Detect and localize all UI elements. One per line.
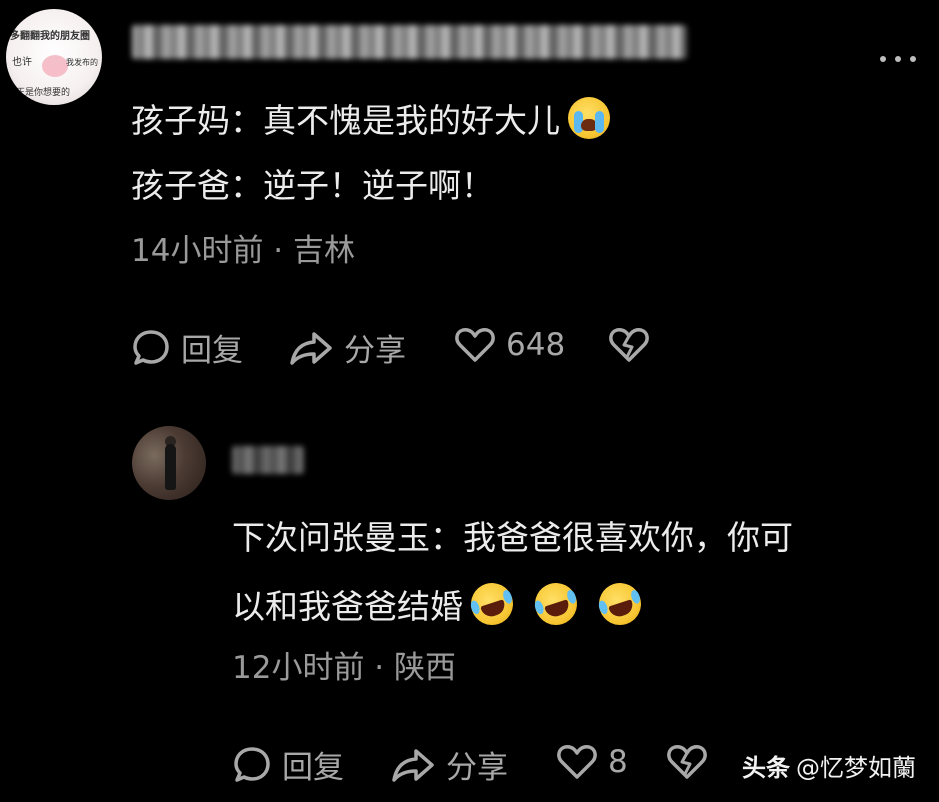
heart-icon <box>455 328 495 362</box>
laughing-face-icon <box>593 577 647 631</box>
loudly-crying-face-icon <box>568 97 610 139</box>
watermark-brand: 头条 <box>742 754 790 782</box>
commenter-avatar[interactable] <box>132 426 206 500</box>
like-count: 8 <box>608 744 628 780</box>
avatar-caption: 也许 <box>12 57 32 68</box>
watermark-handle: @忆梦如蘭 <box>796 754 916 782</box>
dislike-button[interactable] <box>666 742 718 782</box>
avatar-caption: 正是你想要的 <box>16 88 71 98</box>
comment-text-line: 下次问张曼玉：我爸爸很喜欢你，你可 <box>232 518 793 557</box>
dislike-button[interactable] <box>608 325 660 365</box>
share-label: 分享 <box>446 750 508 786</box>
share-arrow-icon <box>392 748 434 782</box>
commenter-avatar[interactable]: 多翻翻我的朋友圈 也许 我发布的 正是你想要的 <box>6 9 102 105</box>
avatar-caption: 我发布的 <box>66 58 98 67</box>
comment-bubble-icon <box>133 329 169 365</box>
blurred-username[interactable] <box>232 446 304 474</box>
comment-meta: 14小时前 · 吉林 <box>131 233 356 269</box>
avatar-caption: 多翻翻我的朋友圈 <box>10 31 90 42</box>
heart-icon <box>557 745 597 779</box>
laughing-face-icon <box>465 577 519 631</box>
reply-button[interactable]: 回复 <box>232 742 344 787</box>
comment-text-line: 孩子爸：逆子！逆子啊！ <box>131 166 494 205</box>
share-button[interactable]: 分享 <box>288 325 406 370</box>
reply-label: 回复 <box>181 333 243 369</box>
comment-meta: 12小时前 · 陕西 <box>232 650 457 686</box>
like-button[interactable]: 648 <box>454 325 565 365</box>
comment-bubble-icon <box>234 746 270 782</box>
avatar-heart-graphic <box>42 55 68 77</box>
toutiao-watermark: 头条 @忆梦如蘭 <box>742 748 916 783</box>
share-label: 分享 <box>344 333 406 369</box>
reply-button[interactable]: 回复 <box>131 325 243 370</box>
share-button[interactable]: 分享 <box>390 742 508 787</box>
comment-text-line: 以和我爸爸结婚 <box>232 577 647 631</box>
like-button[interactable]: 8 <box>556 742 628 782</box>
broken-heart-icon <box>667 745 707 779</box>
avatar-figure <box>165 444 176 490</box>
reply-label: 回复 <box>282 750 344 786</box>
more-options-icon[interactable] <box>880 56 916 62</box>
like-count: 648 <box>506 327 566 363</box>
comment-text-line: 孩子妈：真不愧是我的好大儿 <box>131 97 610 141</box>
blurred-username[interactable] <box>132 25 687 59</box>
broken-heart-icon <box>609 328 649 362</box>
share-arrow-icon <box>290 331 332 365</box>
laughing-face-icon <box>529 577 583 631</box>
